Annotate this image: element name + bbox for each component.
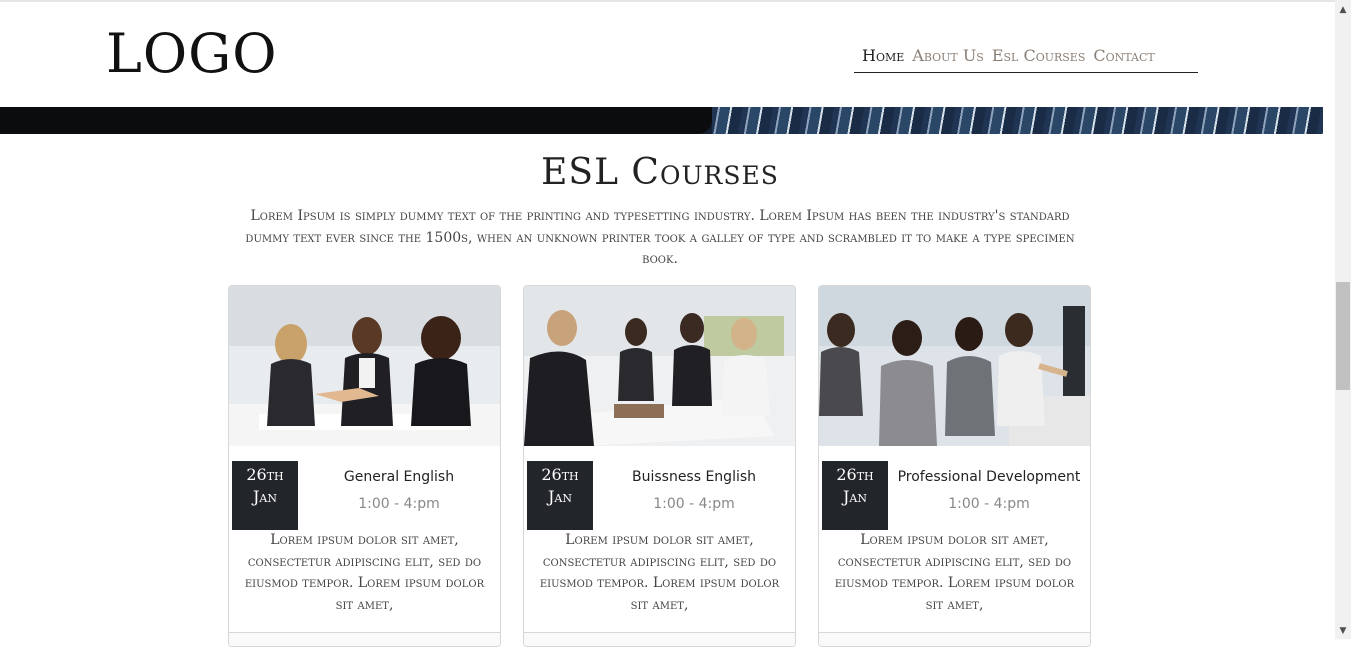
course-date-day: 26th	[836, 465, 874, 484]
course-date-day: 26th	[246, 465, 284, 484]
nav-home[interactable]: Home	[862, 46, 904, 65]
course-date-month: Jan	[253, 487, 277, 506]
course-description: Lorem ipsum dolor sit amet, consectetur …	[539, 532, 780, 613]
course-card-footer	[819, 632, 1090, 646]
main-nav: Home About Us Esl Courses Contact	[854, 46, 1198, 73]
course-card-buissness-english[interactable]: 26th Jan Buissness English 1:00 - 4:pm L…	[523, 285, 796, 647]
page-scrollbar[interactable]: ▲ ▼	[1335, 0, 1351, 639]
course-description: Lorem ipsum dolor sit amet, consectetur …	[834, 532, 1075, 613]
course-date-month: Jan	[843, 487, 867, 506]
hero-banner-image	[0, 107, 1323, 134]
course-time: 1:00 - 4:pm	[358, 496, 440, 512]
site-header: LOGO Home About Us Esl Courses Contact	[0, 2, 1335, 107]
site-logo[interactable]: LOGO	[106, 22, 278, 85]
course-date-month: Jan	[548, 487, 572, 506]
course-photo	[524, 286, 795, 446]
course-card-general-english[interactable]: 26th Jan General English 1:00 - 4:pm Lor…	[228, 285, 501, 647]
course-time: 1:00 - 4:pm	[948, 496, 1030, 512]
course-photo	[229, 286, 500, 446]
scroll-down-arrow-icon[interactable]: ▼	[1335, 623, 1351, 639]
section-intro: Lorem Ipsum is simply dummy text of the …	[245, 208, 1075, 267]
nav-about-us[interactable]: About Us	[912, 46, 984, 65]
course-photo	[819, 286, 1090, 446]
course-title[interactable]: Professional Development	[891, 469, 1087, 485]
scrollbar-thumb[interactable]	[1336, 282, 1350, 390]
course-description: Lorem ipsum dolor sit amet, consectetur …	[244, 532, 485, 613]
course-date-badge: 26th Jan	[527, 461, 593, 530]
course-date-day: 26th	[541, 465, 579, 484]
course-title[interactable]: General English	[301, 469, 497, 485]
banner-building-facade	[712, 107, 1323, 134]
course-time: 1:00 - 4:pm	[653, 496, 735, 512]
nav-esl-courses[interactable]: Esl Courses	[992, 46, 1086, 65]
course-title[interactable]: Buissness English	[596, 469, 792, 485]
nav-contact[interactable]: Contact	[1093, 46, 1154, 65]
scroll-up-arrow-icon[interactable]: ▲	[1335, 2, 1351, 18]
course-card-footer	[229, 632, 500, 646]
section-title: ESL Courses	[541, 152, 779, 193]
course-card-professional-development[interactable]: 26th Jan Professional Development 1:00 -…	[818, 285, 1091, 647]
course-card-footer	[524, 632, 795, 646]
course-date-badge: 26th Jan	[232, 461, 298, 530]
banner-dark-panel	[0, 107, 712, 134]
course-date-badge: 26th Jan	[822, 461, 888, 530]
